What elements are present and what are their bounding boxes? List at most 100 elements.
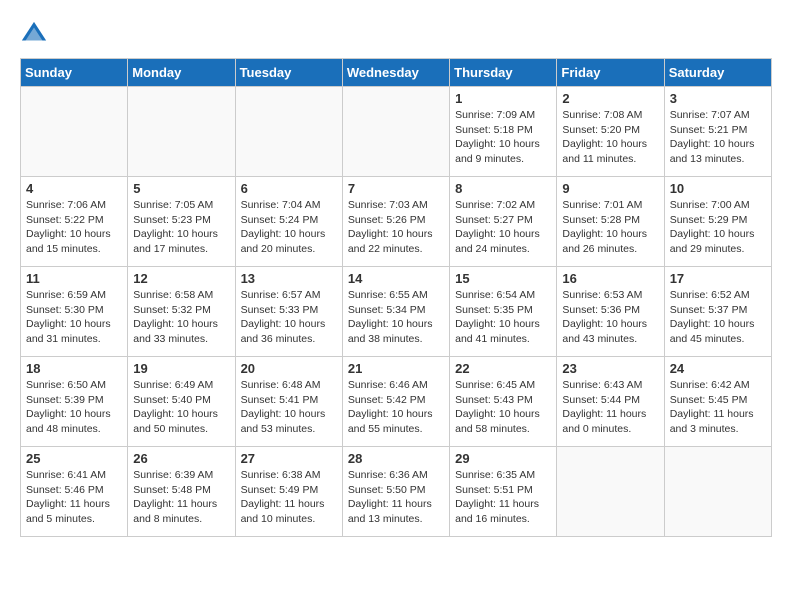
day-detail: Sunrise: 7:05 AM Sunset: 5:23 PM Dayligh…: [133, 198, 229, 257]
calendar-week-1: 1Sunrise: 7:09 AM Sunset: 5:18 PM Daylig…: [21, 87, 772, 177]
day-number: 20: [241, 361, 337, 376]
logo: [20, 20, 52, 48]
day-detail: Sunrise: 6:48 AM Sunset: 5:41 PM Dayligh…: [241, 378, 337, 437]
day-number: 16: [562, 271, 658, 286]
calendar-cell: [128, 87, 235, 177]
calendar-cell: 6 Sunrise: 7:04 AM Sunset: 5:24 PM Daylig…: [235, 177, 342, 267]
col-header-tuesday: Tuesday: [235, 59, 342, 87]
calendar-week-4: 18 Sunrise: 6:50 AM Sunset: 5:39 PM Dayli…: [21, 357, 772, 447]
day-detail: Sunrise: 7:02 AM Sunset: 5:27 PM Dayligh…: [455, 198, 551, 257]
col-header-saturday: Saturday: [664, 59, 771, 87]
calendar-cell: 25 Sunrise: 6:41 AM Sunset: 5:46 PM Dayli…: [21, 447, 128, 537]
calendar-cell: [557, 447, 664, 537]
day-number: 28: [348, 451, 444, 466]
calendar-cell: 16 Sunrise: 6:53 AM Sunset: 5:36 PM Dayli…: [557, 267, 664, 357]
calendar-cell: 10 Sunrise: 7:00 AM Sunset: 5:29 PM Dayli…: [664, 177, 771, 267]
day-number: 29: [455, 451, 551, 466]
calendar-cell: 20 Sunrise: 6:48 AM Sunset: 5:41 PM Dayli…: [235, 357, 342, 447]
col-header-friday: Friday: [557, 59, 664, 87]
calendar-cell: 7 Sunrise: 7:03 AM Sunset: 5:26 PM Daylig…: [342, 177, 449, 267]
calendar-cell: 29 Sunrise: 6:35 AM Sunset: 5:51 PM Dayli…: [450, 447, 557, 537]
calendar-cell: 9 Sunrise: 7:01 AM Sunset: 5:28 PM Daylig…: [557, 177, 664, 267]
calendar-cell: 21 Sunrise: 6:46 AM Sunset: 5:42 PM Dayli…: [342, 357, 449, 447]
day-number: 5: [133, 181, 229, 196]
calendar-cell: 28 Sunrise: 6:36 AM Sunset: 5:50 PM Dayli…: [342, 447, 449, 537]
day-number: 6: [241, 181, 337, 196]
col-header-sunday: Sunday: [21, 59, 128, 87]
calendar-cell: 4 Sunrise: 7:06 AM Sunset: 5:22 PM Daylig…: [21, 177, 128, 267]
calendar-cell: 12 Sunrise: 6:58 AM Sunset: 5:32 PM Dayli…: [128, 267, 235, 357]
col-header-wednesday: Wednesday: [342, 59, 449, 87]
calendar-cell: 11 Sunrise: 6:59 AM Sunset: 5:30 PM Dayli…: [21, 267, 128, 357]
day-detail: Sunrise: 6:42 AM Sunset: 5:45 PM Dayligh…: [670, 378, 766, 437]
page-header: [20, 20, 772, 48]
day-number: 9: [562, 181, 658, 196]
calendar-cell: 8 Sunrise: 7:02 AM Sunset: 5:27 PM Daylig…: [450, 177, 557, 267]
day-detail: Sunrise: 6:46 AM Sunset: 5:42 PM Dayligh…: [348, 378, 444, 437]
calendar-cell: 17Sunrise: 6:52 AM Sunset: 5:37 PM Dayli…: [664, 267, 771, 357]
calendar-cell: 22 Sunrise: 6:45 AM Sunset: 5:43 PM Dayli…: [450, 357, 557, 447]
calendar-cell: 24 Sunrise: 6:42 AM Sunset: 5:45 PM Dayli…: [664, 357, 771, 447]
day-number: 15: [455, 271, 551, 286]
calendar-cell: 2 Sunrise: 7:08 AM Sunset: 5:20 PM Daylig…: [557, 87, 664, 177]
day-detail: Sunrise: 6:57 AM Sunset: 5:33 PM Dayligh…: [241, 288, 337, 347]
day-number: 2: [562, 91, 658, 106]
day-detail: Sunrise: 7:07 AM Sunset: 5:21 PM Dayligh…: [670, 108, 766, 167]
day-number: 12: [133, 271, 229, 286]
day-number: 27: [241, 451, 337, 466]
calendar-cell: [664, 447, 771, 537]
day-number: 4: [26, 181, 122, 196]
calendar-week-5: 25 Sunrise: 6:41 AM Sunset: 5:46 PM Dayli…: [21, 447, 772, 537]
calendar-table: SundayMondayTuesdayWednesdayThursdayFrid…: [20, 58, 772, 537]
calendar-cell: 5 Sunrise: 7:05 AM Sunset: 5:23 PM Daylig…: [128, 177, 235, 267]
day-detail: Sunrise: 6:45 AM Sunset: 5:43 PM Dayligh…: [455, 378, 551, 437]
day-detail: Sunrise: 6:59 AM Sunset: 5:30 PM Dayligh…: [26, 288, 122, 347]
col-header-monday: Monday: [128, 59, 235, 87]
day-number: 11: [26, 271, 122, 286]
calendar-cell: 27 Sunrise: 6:38 AM Sunset: 5:49 PM Dayli…: [235, 447, 342, 537]
day-detail: Sunrise: 7:06 AM Sunset: 5:22 PM Dayligh…: [26, 198, 122, 257]
logo-icon: [20, 20, 48, 48]
day-detail: Sunrise: 6:52 AM Sunset: 5:37 PM Dayligh…: [670, 288, 766, 347]
day-number: 1: [455, 91, 551, 106]
day-number: 3: [670, 91, 766, 106]
day-number: 18: [26, 361, 122, 376]
day-detail: Sunrise: 7:00 AM Sunset: 5:29 PM Dayligh…: [670, 198, 766, 257]
calendar-cell: [21, 87, 128, 177]
day-detail: Sunrise: 6:35 AM Sunset: 5:51 PM Dayligh…: [455, 468, 551, 527]
col-header-thursday: Thursday: [450, 59, 557, 87]
day-number: 25: [26, 451, 122, 466]
calendar-cell: 15Sunrise: 6:54 AM Sunset: 5:35 PM Dayli…: [450, 267, 557, 357]
day-number: 7: [348, 181, 444, 196]
day-detail: Sunrise: 6:58 AM Sunset: 5:32 PM Dayligh…: [133, 288, 229, 347]
day-detail: Sunrise: 6:55 AM Sunset: 5:34 PM Dayligh…: [348, 288, 444, 347]
calendar-cell: 13Sunrise: 6:57 AM Sunset: 5:33 PM Dayli…: [235, 267, 342, 357]
day-detail: Sunrise: 7:01 AM Sunset: 5:28 PM Dayligh…: [562, 198, 658, 257]
day-detail: Sunrise: 6:53 AM Sunset: 5:36 PM Dayligh…: [562, 288, 658, 347]
day-number: 22: [455, 361, 551, 376]
day-detail: Sunrise: 7:03 AM Sunset: 5:26 PM Dayligh…: [348, 198, 444, 257]
day-detail: Sunrise: 6:50 AM Sunset: 5:39 PM Dayligh…: [26, 378, 122, 437]
calendar-cell: 19Sunrise: 6:49 AM Sunset: 5:40 PM Dayli…: [128, 357, 235, 447]
calendar-cell: 3 Sunrise: 7:07 AM Sunset: 5:21 PM Daylig…: [664, 87, 771, 177]
day-detail: Sunrise: 6:38 AM Sunset: 5:49 PM Dayligh…: [241, 468, 337, 527]
calendar-cell: [342, 87, 449, 177]
day-detail: Sunrise: 6:43 AM Sunset: 5:44 PM Dayligh…: [562, 378, 658, 437]
day-number: 10: [670, 181, 766, 196]
calendar-cell: 23Sunrise: 6:43 AM Sunset: 5:44 PM Dayli…: [557, 357, 664, 447]
calendar-week-2: 4 Sunrise: 7:06 AM Sunset: 5:22 PM Daylig…: [21, 177, 772, 267]
calendar-cell: 14Sunrise: 6:55 AM Sunset: 5:34 PM Dayli…: [342, 267, 449, 357]
day-number: 24: [670, 361, 766, 376]
day-number: 21: [348, 361, 444, 376]
calendar-week-3: 11 Sunrise: 6:59 AM Sunset: 5:30 PM Dayli…: [21, 267, 772, 357]
day-detail: Sunrise: 6:36 AM Sunset: 5:50 PM Dayligh…: [348, 468, 444, 527]
calendar-cell: 18 Sunrise: 6:50 AM Sunset: 5:39 PM Dayli…: [21, 357, 128, 447]
day-number: 8: [455, 181, 551, 196]
day-detail: Sunrise: 7:04 AM Sunset: 5:24 PM Dayligh…: [241, 198, 337, 257]
calendar-cell: 26Sunrise: 6:39 AM Sunset: 5:48 PM Dayli…: [128, 447, 235, 537]
day-detail: Sunrise: 6:41 AM Sunset: 5:46 PM Dayligh…: [26, 468, 122, 527]
calendar-cell: [235, 87, 342, 177]
day-detail: Sunrise: 7:08 AM Sunset: 5:20 PM Dayligh…: [562, 108, 658, 167]
day-number: 19: [133, 361, 229, 376]
calendar-cell: 1Sunrise: 7:09 AM Sunset: 5:18 PM Daylig…: [450, 87, 557, 177]
